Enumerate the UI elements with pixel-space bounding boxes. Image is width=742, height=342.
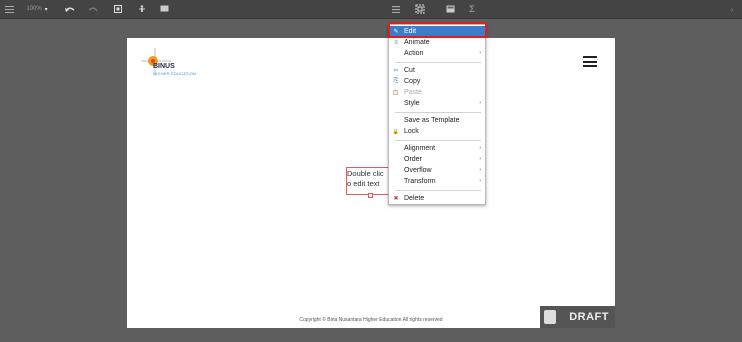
copy-icon: ⎘ [393,78,399,84]
undo-icon[interactable] [62,0,76,18]
menu-item-alignment[interactable]: Alignment › [389,143,485,154]
menu-item-copy[interactable]: ⎘ Copy [389,76,485,87]
menu-item-label: Save as Template [404,117,460,124]
menu-item-label: Paste [404,89,422,96]
logo-name: BINUS [153,63,175,70]
menu-item-label: Order [404,156,422,163]
menu-icon[interactable] [2,0,16,18]
zoom-dropdown[interactable]: 100% ▾ [20,0,54,18]
menu-item-save-as-template[interactable]: Save as Template [389,115,485,126]
menu-item-label: Lock [404,128,419,135]
submenu-arrow-icon: › [479,156,481,162]
context-menu: ✎ Edit ≡ Animate Action › ✂ Cut ⎘ Copy 📋… [388,24,486,205]
menu-item-overflow[interactable]: Overflow › [389,165,485,176]
menu-item-label: Animate [404,39,430,46]
menu-item-label: Delete [404,195,425,202]
panel-icon[interactable] [444,0,456,18]
logo-subtitle: HIGHER EDUCATION [153,71,197,76]
menu-item-label: Transform [404,178,436,185]
comment-icon[interactable] [158,0,170,18]
top-toolbar: 100% ▾ Σ › [0,0,742,19]
edit-highlight-annotation [388,22,487,38]
draft-badge: DRAFT [540,306,615,328]
accessibility-icon[interactable] [136,0,148,18]
animate-icon: ≡ [394,39,398,46]
submenu-arrow-icon: › [479,178,481,184]
submenu-arrow-icon: › [479,100,481,106]
menu-item-paste[interactable]: 📋 Paste [389,87,485,98]
clipboard-icon: 📋 [392,89,400,96]
menu-separator [395,62,481,63]
scissors-icon: ✂ [393,68,399,74]
chevron-down-icon: ▾ [44,6,48,13]
page-canvas: BINUS HIGHER EDUCATION Double clic o edi… [127,38,615,328]
menu-item-lock[interactable]: 🔒 Lock [389,126,485,137]
draft-label: DRAFT [569,311,609,323]
menu-item-style[interactable]: Style › [389,98,485,109]
frame-icon[interactable] [112,0,124,18]
menu-item-delete[interactable]: ✖ Delete [389,193,485,204]
delete-icon: ✖ [393,196,399,202]
resize-handle[interactable] [368,193,373,198]
menu-item-cut[interactable]: ✂ Cut [389,65,485,76]
menu-item-action[interactable]: Action › [389,48,485,59]
menu-item-label: Alignment [404,145,436,152]
lock-icon: 🔒 [392,128,400,135]
chevron-right-icon[interactable]: › [726,0,738,18]
submenu-arrow-icon: › [479,50,481,56]
menu-item-animate[interactable]: ≡ Animate [389,37,485,48]
menu-item-label: Style [404,100,420,107]
menu-item-label: Action [404,50,424,57]
zoom-level: 100% [26,6,42,12]
submenu-arrow-icon: › [479,167,481,173]
menu-item-transform[interactable]: Transform › [389,176,485,187]
sigma-icon[interactable]: Σ [466,0,478,18]
menu-separator [395,190,481,191]
menu-item-label: Cut [404,67,415,74]
menu-item-order[interactable]: Order › [389,154,485,165]
menu-item-label: Overflow [404,167,432,174]
select-frame-icon[interactable] [413,0,427,18]
submenu-arrow-icon: › [479,145,481,151]
menu-item-label: Copy [404,78,421,85]
menu-separator [395,112,481,113]
redo-icon[interactable] [86,0,100,18]
draft-mascot-icon [544,310,556,324]
list-icon[interactable] [390,0,402,18]
menu-separator [395,140,481,141]
hamburger-menu-icon[interactable] [583,56,597,67]
